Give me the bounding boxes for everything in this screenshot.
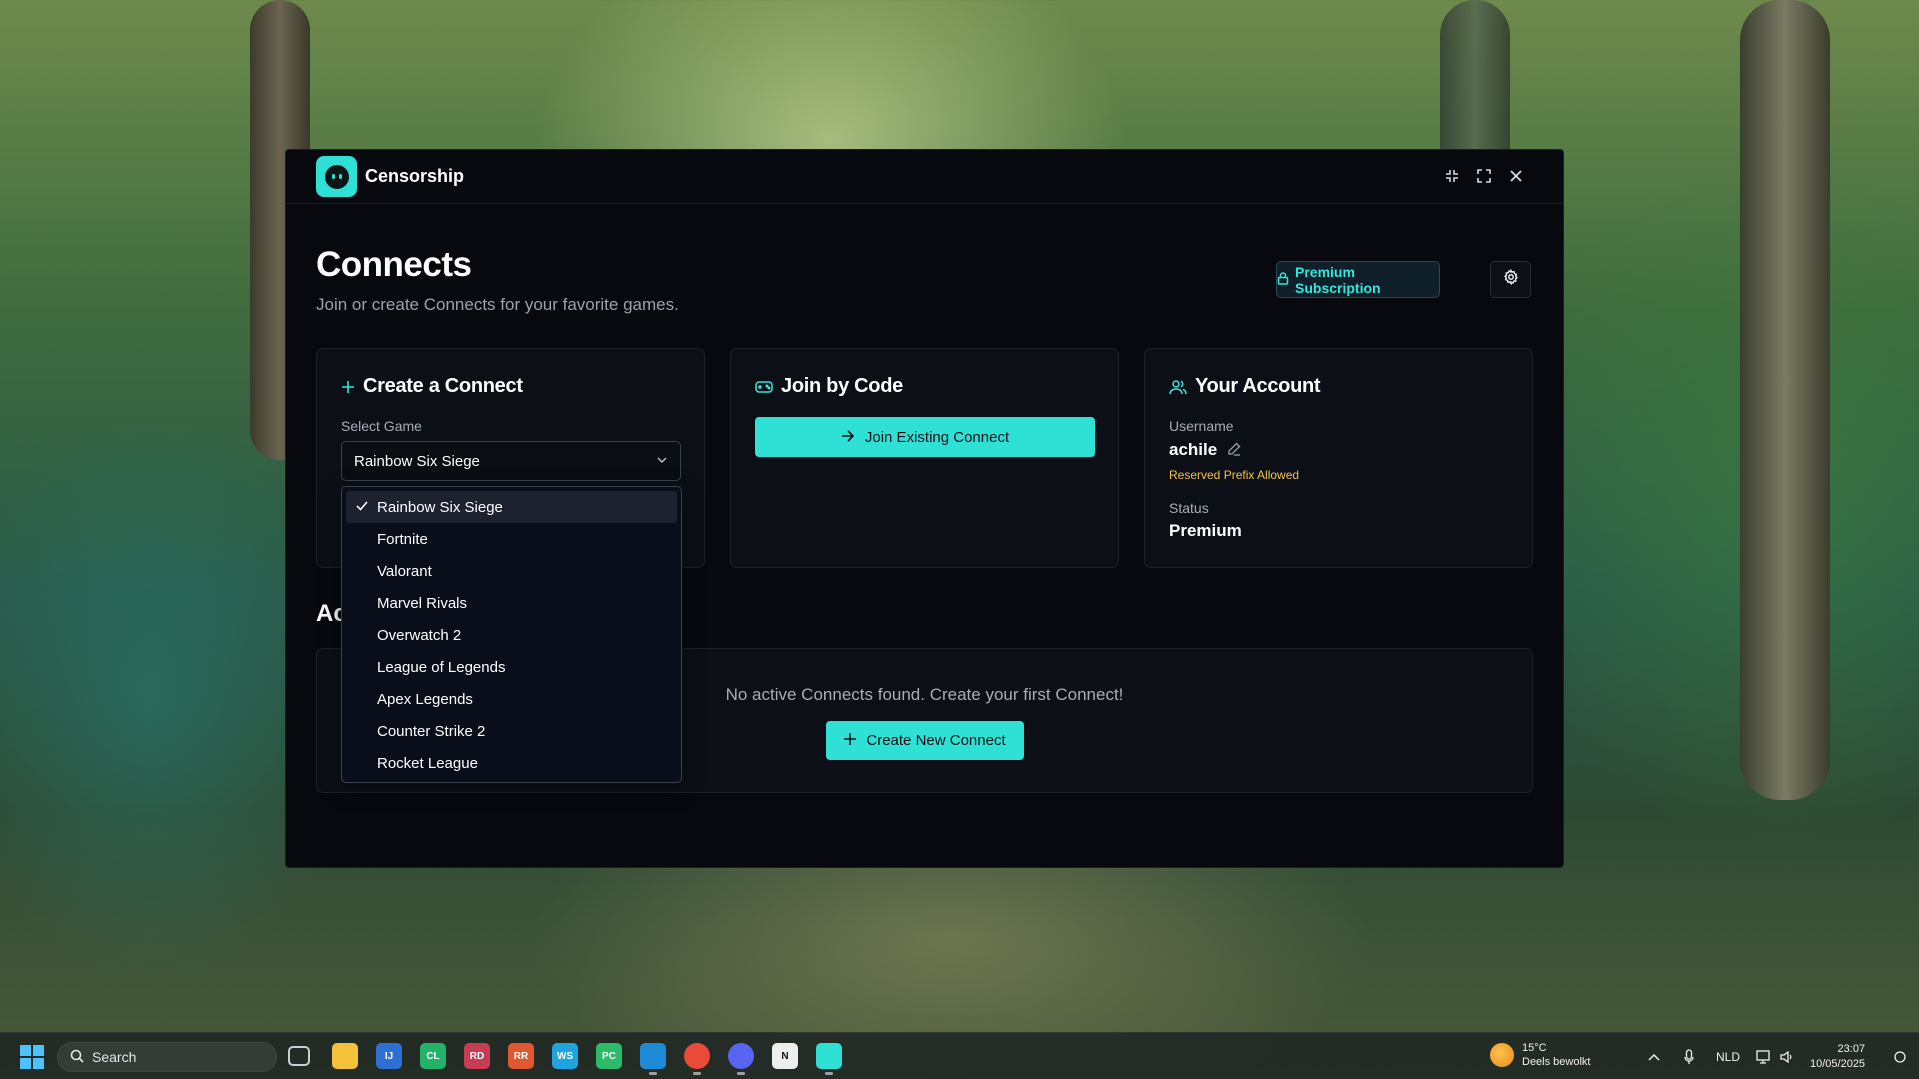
- search-icon: [70, 1049, 84, 1066]
- your-account-card: Your Account Username achile Reserved Pr…: [1144, 348, 1533, 568]
- pycharm-taskbar-icon[interactable]: PC: [596, 1043, 622, 1069]
- game-option-label: Valorant: [377, 562, 432, 580]
- notion-taskbar-icon[interactable]: N: [772, 1043, 798, 1069]
- plus-icon: [341, 380, 355, 394]
- weather-desc: Deels bewolkt: [1522, 1056, 1591, 1068]
- close-icon[interactable]: [1507, 166, 1525, 186]
- chevron-down-icon: [656, 453, 668, 467]
- reserved-prefix-note: Reserved Prefix Allowed: [1169, 468, 1300, 482]
- plus-icon: [844, 732, 857, 749]
- game-option[interactable]: Valorant: [346, 555, 677, 587]
- game-select-value: Rainbow Six Siege: [354, 452, 480, 470]
- game-select[interactable]: Rainbow Six Siege: [341, 441, 681, 481]
- gear-icon: [1503, 268, 1519, 290]
- users-icon: [1169, 379, 1187, 395]
- join-by-code-card: Join by Code Join Existing Connect: [730, 348, 1119, 568]
- title-bar: Censorship: [286, 150, 1563, 204]
- edit-pencil-icon[interactable]: [1227, 442, 1241, 459]
- game-option-label: Fortnite: [377, 530, 428, 548]
- system-clock[interactable]: 23:07 10/05/2025: [1810, 1042, 1865, 1072]
- arrow-right-icon: [841, 429, 855, 446]
- maximize-icon[interactable]: [1475, 166, 1493, 186]
- status-label: Status: [1169, 500, 1209, 516]
- check-icon: [356, 499, 368, 514]
- status-value: Premium: [1169, 521, 1242, 540]
- taskbar-search[interactable]: Search: [57, 1042, 277, 1072]
- notification-icon[interactable]: [1894, 1033, 1906, 1079]
- game-option-label: Apex Legends: [377, 690, 473, 708]
- page-subtitle: Join or create Connects for your favorit…: [316, 295, 679, 314]
- microphone-icon[interactable]: [1684, 1033, 1694, 1079]
- volume-icon[interactable]: [1780, 1033, 1794, 1079]
- running-indicator: [737, 1072, 745, 1075]
- running-indicator: [693, 1072, 701, 1075]
- join-by-code-title-text: Join by Code: [781, 375, 903, 397]
- webstorm-taskbar-icon[interactable]: WS: [552, 1043, 578, 1069]
- username-label: Username: [1169, 418, 1234, 434]
- discord-taskbar-icon[interactable]: [728, 1043, 754, 1075]
- create-new-connect-label: Create New Connect: [866, 732, 1006, 749]
- background-tree-right: [1740, 0, 1830, 800]
- clock-time: 23:07: [1837, 1043, 1866, 1055]
- game-option[interactable]: Fortnite: [346, 523, 677, 555]
- game-option[interactable]: Marvel Rivals: [346, 587, 677, 619]
- chrome-taskbar-icon[interactable]: [684, 1043, 710, 1075]
- vscode-taskbar-icon[interactable]: [640, 1043, 666, 1075]
- join-existing-connect-label: Join Existing Connect: [864, 428, 1010, 446]
- game-option[interactable]: Overwatch 2: [346, 619, 677, 651]
- select-game-label: Select Game: [341, 418, 422, 434]
- running-indicator: [649, 1072, 657, 1075]
- game-select-dropdown: Rainbow Six Siege Fortnite Valorant Marv…: [341, 486, 682, 783]
- create-new-connect-button[interactable]: Create New Connect: [826, 721, 1024, 760]
- network-icon[interactable]: [1756, 1033, 1772, 1079]
- clion-taskbar-icon[interactable]: CL: [420, 1043, 446, 1069]
- game-option-label: League of Legends: [377, 658, 506, 676]
- join-by-code-title: Join by Code: [755, 375, 903, 398]
- rustrover-taskbar-icon[interactable]: RR: [508, 1043, 534, 1069]
- game-option[interactable]: Rainbow Six Siege: [346, 491, 677, 523]
- tray-chevron-up-icon[interactable]: [1648, 1033, 1660, 1079]
- game-option[interactable]: League of Legends: [346, 651, 677, 683]
- your-account-title: Your Account: [1169, 375, 1321, 398]
- game-option-label: Marvel Rivals: [377, 594, 468, 612]
- game-option[interactable]: Counter Strike 2: [346, 715, 677, 747]
- game-option-label: Counter Strike 2: [377, 722, 486, 740]
- clock-date: 10/05/2025: [1810, 1058, 1866, 1070]
- taskbar: Search IJ CL RD RR WS PC N 15°C Deels bewolkt …: [0, 1032, 1919, 1079]
- file-explorer-taskbar-icon[interactable]: [332, 1043, 358, 1069]
- weather-widget[interactable]: 15°C Deels bewolkt: [1490, 1041, 1590, 1069]
- app-window: Censorship Connects Join or create Conne…: [285, 149, 1564, 868]
- windows-start-icon[interactable]: [20, 1045, 44, 1069]
- running-indicator: [825, 1072, 833, 1075]
- weather-temp: 15°C: [1522, 1042, 1547, 1054]
- premium-subscription-button[interactable]: Premium Subscription: [1276, 261, 1440, 298]
- task-view-taskbar-icon[interactable]: [288, 1046, 310, 1066]
- weather-icon: [1490, 1043, 1514, 1067]
- game-option[interactable]: Apex Legends: [346, 683, 677, 715]
- settings-button[interactable]: [1490, 261, 1531, 298]
- gamepad-icon: [755, 380, 773, 394]
- username-value: achile: [1169, 440, 1218, 459]
- create-connect-title-text: Create a Connect: [363, 375, 523, 397]
- app-logo-icon: [316, 156, 357, 197]
- censorship-taskbar-icon[interactable]: [816, 1043, 842, 1075]
- premium-subscription-label: Premium Subscription: [1295, 263, 1381, 296]
- game-option-label: Rocket League: [377, 754, 478, 772]
- taskbar-search-placeholder: Search: [92, 1049, 137, 1065]
- intellij-taskbar-icon[interactable]: IJ: [376, 1043, 402, 1069]
- create-connect-title: Create a Connect: [341, 375, 523, 398]
- game-option[interactable]: Rocket League: [346, 747, 677, 779]
- game-option-label: Rainbow Six Siege: [377, 498, 503, 516]
- your-account-title-text: Your Account: [1195, 375, 1321, 397]
- rider-taskbar-icon[interactable]: RD: [464, 1043, 490, 1069]
- window-controls: [1443, 166, 1525, 186]
- lock-icon: [1277, 271, 1289, 288]
- language-indicator[interactable]: NLD: [1716, 1033, 1740, 1079]
- username-row: achile: [1169, 440, 1241, 460]
- join-existing-connect-button[interactable]: Join Existing Connect: [755, 417, 1095, 457]
- minimize-icon[interactable]: [1443, 166, 1461, 186]
- page-title: Connects: [316, 245, 472, 284]
- app-title: Censorship: [365, 166, 465, 186]
- game-option-label: Overwatch 2: [377, 626, 462, 644]
